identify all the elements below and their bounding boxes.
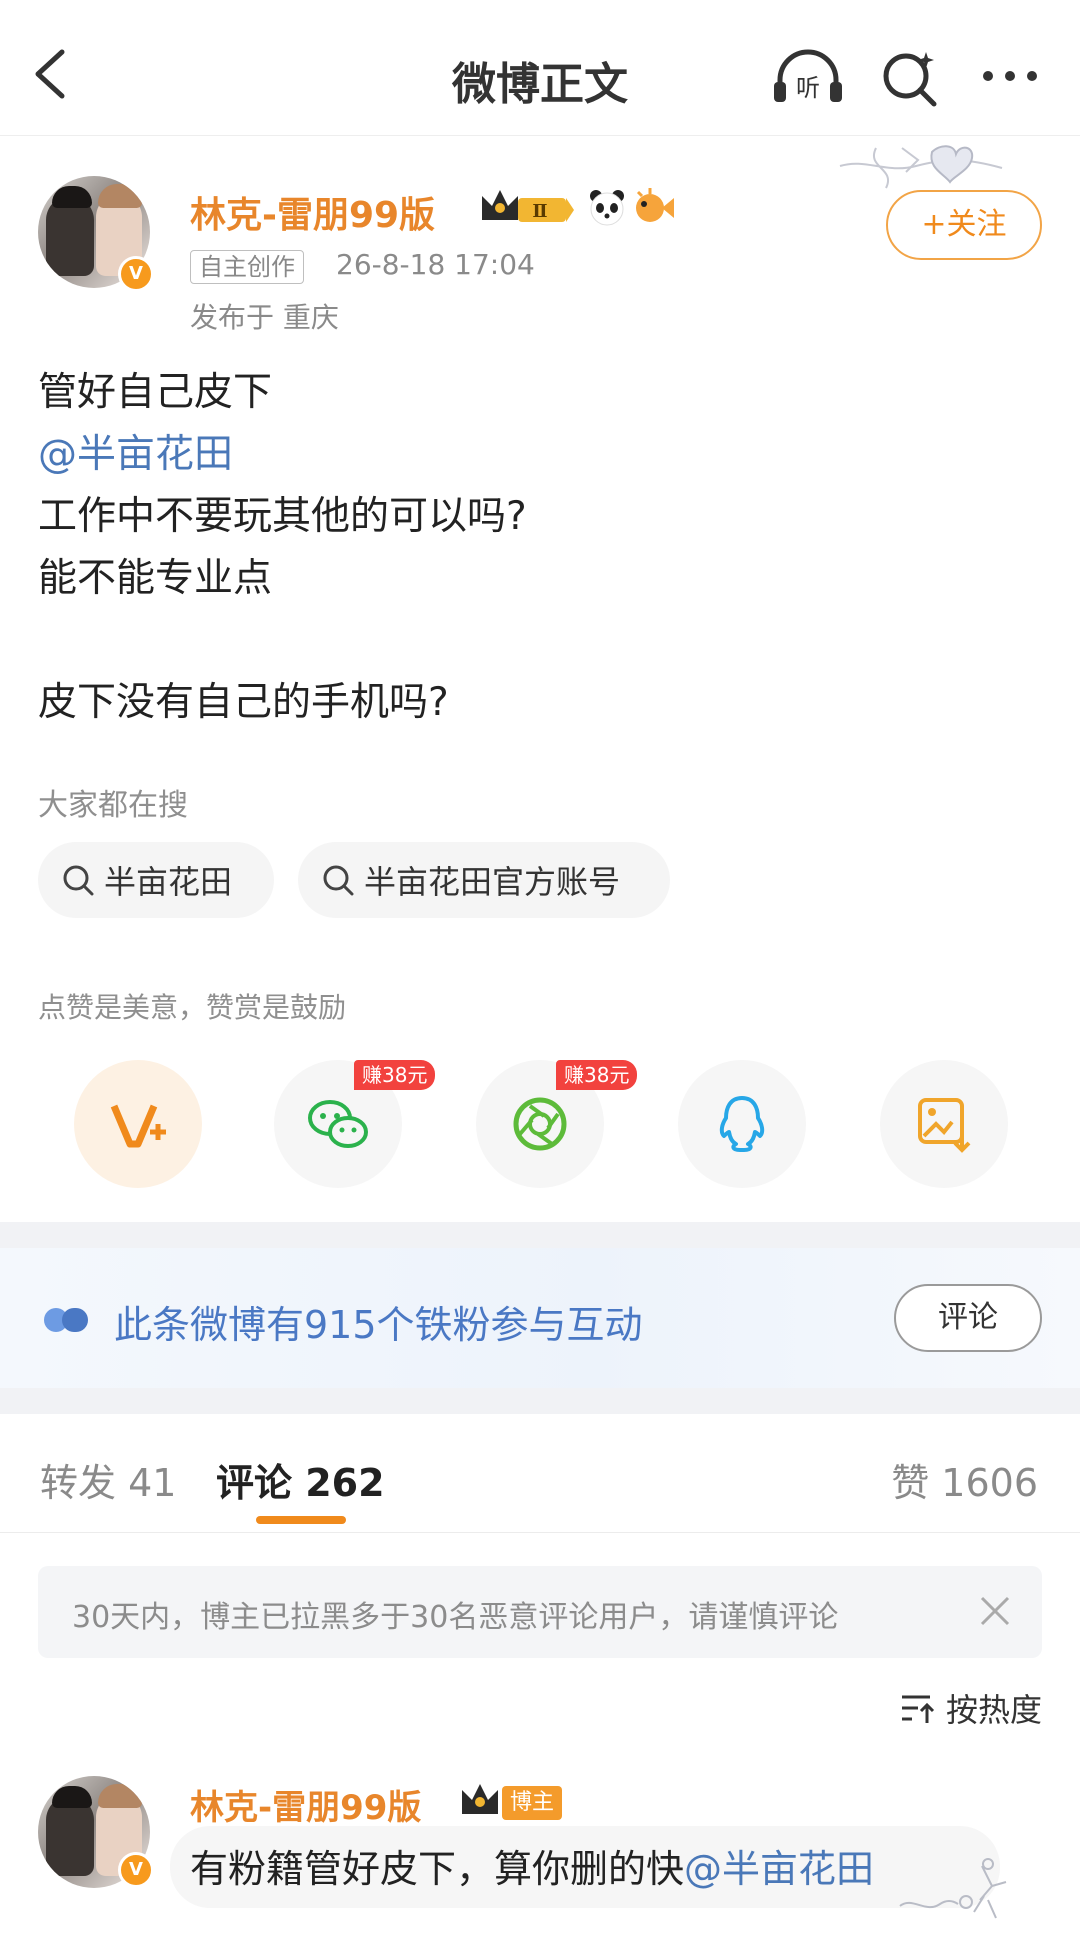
commenter-name[interactable]: 林克-雷朋99版 [190, 1780, 421, 1829]
sort-by-hot-button[interactable]: 按热度 [900, 1686, 1042, 1730]
post-line: 管好自己皮下 [38, 370, 273, 415]
post-line: 能不能专业点 [38, 556, 273, 601]
self-created-tag: 自主创作 [190, 250, 304, 284]
listen-icon[interactable]: 听 [770, 48, 846, 108]
pufferfish-icon [636, 188, 674, 222]
ribbon-decoration-icon [839, 145, 1003, 189]
reward-hint: 点赞是美意，赞赏是鼓励 [38, 991, 347, 1024]
verified-badge: V [118, 256, 154, 292]
save-image-button[interactable] [880, 1060, 1008, 1188]
reward-v-icon [110, 1104, 166, 1148]
post-line: 皮下没有自己的手机吗? [38, 680, 449, 725]
search-chip-label: 半亩花田 [104, 863, 233, 901]
qq-icon [719, 1096, 765, 1152]
tabs-divider [0, 1532, 1080, 1533]
blogger-tag: 博主 [502, 1786, 563, 1820]
sort-label: 按热度 [946, 1691, 1043, 1729]
verified-badge: V [118, 1852, 154, 1888]
fans-icon [44, 1308, 88, 1332]
listen-label: 听 [796, 74, 820, 102]
more-icon[interactable] [980, 66, 1040, 86]
section-divider [0, 1388, 1080, 1414]
active-tab-indicator [256, 1516, 346, 1524]
crown-icon [462, 1784, 498, 1814]
wechat-icon [308, 1100, 368, 1148]
search-icon[interactable] [880, 48, 940, 108]
follow-button[interactable]: +关注 [886, 190, 1042, 260]
level-badge-text: Ⅱ [532, 201, 547, 222]
comment-text-body: 有粉籍管好皮下，算你删的快 [190, 1847, 685, 1891]
tab-comment[interactable]: 评论 262 [216, 1452, 385, 1507]
section-divider [0, 1222, 1080, 1248]
post-content: 管好自己皮下 @半亩花田 工作中不要玩其他的可以吗? 能不能专业点 皮下没有自己… [38, 362, 527, 734]
reward-button[interactable] [74, 1060, 202, 1188]
weibo-post-page: 微博正文 听 V 林克-雷朋99版 Ⅱ 自主创作 26-8-18 17:04 发… [0, 0, 1080, 1946]
tab-like[interactable]: 赞 1606 [891, 1452, 1038, 1507]
close-icon[interactable] [978, 1594, 1012, 1628]
earn-badge: 赚38元 [354, 1060, 436, 1090]
author-name[interactable]: 林克-雷朋99版 [190, 186, 435, 238]
moments-icon [513, 1097, 567, 1151]
tab-repost[interactable]: 转发 41 [40, 1452, 176, 1507]
search-small-icon [63, 865, 94, 896]
post-line: 工作中不要玩其他的可以吗? [38, 494, 527, 539]
search-small-icon [323, 865, 354, 896]
comment-notice-text: 30天内，博主已拉黑多于30名恶意评论用户，请谨慎评论 [72, 1600, 839, 1635]
panda-icon [590, 190, 624, 226]
crown-icon: Ⅱ [482, 190, 574, 222]
fans-interaction-text: 此条微博有915个铁粉参与互动 [114, 1303, 643, 1347]
post-location: 发布于 重庆 [190, 301, 339, 334]
comment-notice: 30天内，博主已拉黑多于30名恶意评论用户，请谨慎评论 [38, 1566, 1042, 1658]
post-blank-line [38, 610, 527, 672]
share-qq-button[interactable] [678, 1060, 806, 1188]
search-chip-label: 半亩花田官方账号 [364, 863, 621, 901]
fans-comment-button[interactable]: 评论 [894, 1284, 1042, 1352]
sort-icon [902, 1695, 935, 1723]
post-time: 26-8-18 17:04 [336, 248, 535, 281]
save-image-icon [918, 1098, 971, 1153]
earn-badge: 赚38元 [556, 1060, 638, 1090]
doodle-decoration-icon [899, 1858, 1007, 1919]
nav-bar: 微博正文 听 [0, 0, 1080, 136]
fans-interaction-banner: 此条微博有915个铁粉参与互动 评论 [0, 1248, 1080, 1388]
search-chip[interactable]: 半亩花田 [38, 842, 274, 918]
comment-mention-link[interactable]: @半亩花田 [684, 1847, 874, 1891]
search-chip[interactable]: 半亩花田官方账号 [298, 842, 670, 918]
trending-search-label: 大家都在搜 [38, 788, 188, 823]
comment-text: 有粉籍管好皮下，算你删的快@半亩花田 [190, 1838, 874, 1893]
post-mention-link[interactable]: @半亩花田 [38, 424, 527, 486]
